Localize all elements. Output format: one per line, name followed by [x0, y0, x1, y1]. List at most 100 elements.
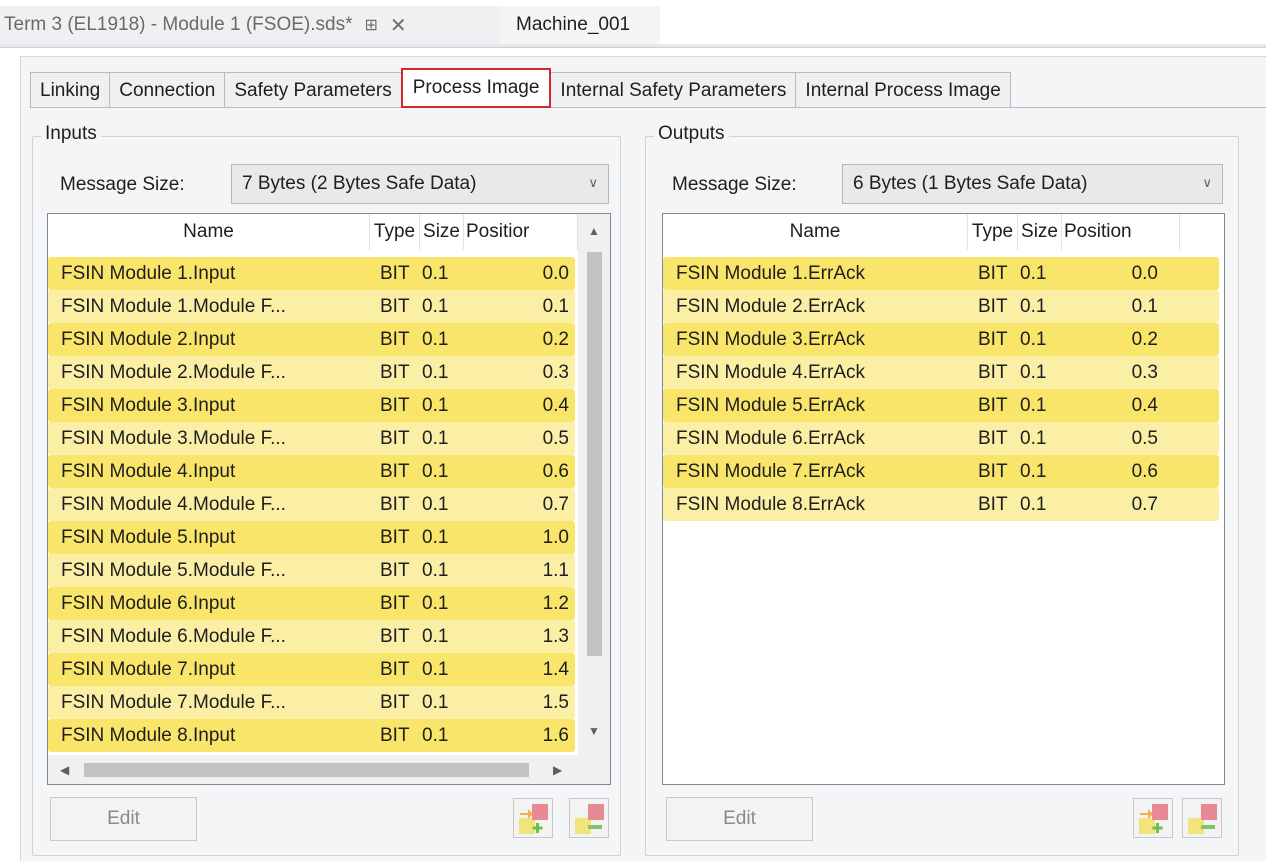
- scroll-up-icon[interactable]: ▲: [588, 224, 600, 238]
- scroll-right-icon[interactable]: ▶: [553, 763, 562, 777]
- inputs-horizontal-scroll-thumb[interactable]: [84, 763, 529, 777]
- tab-internal-safety-parameters[interactable]: Internal Safety Parameters: [550, 72, 797, 108]
- inputs-message-size-value: 7 Bytes (2 Bytes Safe Data): [242, 173, 477, 194]
- table-row[interactable]: FSIN Module 7.Input BIT 0.1 1.4: [48, 653, 575, 686]
- cell-position: 0.3: [1131, 361, 1158, 383]
- table-row[interactable]: FSIN Module 8.ErrAck BIT 0.1 0.7: [663, 488, 1219, 521]
- scroll-left-icon[interactable]: ◀: [60, 763, 69, 777]
- cell-name: FSIN Module 5.ErrAck: [676, 394, 865, 416]
- column-header-name[interactable]: Name: [663, 214, 968, 250]
- cell-size: 0.1: [422, 559, 449, 581]
- tab-process-image[interactable]: Process Image: [400, 68, 552, 108]
- table-row[interactable]: FSIN Module 7.ErrAck BIT 0.1 0.6: [663, 455, 1219, 488]
- cell-name: FSIN Module 3.Module F...: [61, 427, 286, 449]
- cell-position: 1.2: [542, 592, 569, 614]
- cell-position: 0.5: [542, 427, 569, 449]
- cell-position: 1.5: [542, 691, 569, 713]
- inputs-vertical-scroll-thumb[interactable]: [587, 252, 602, 656]
- cell-size: 0.1: [1020, 361, 1047, 383]
- document-tab-underline: [0, 44, 1266, 48]
- outputs-message-size-label: Message Size:: [672, 174, 797, 195]
- tab-safety-parameters[interactable]: Safety Parameters: [224, 72, 402, 108]
- cell-name: FSIN Module 5.Module F...: [61, 559, 286, 581]
- remove-variable-button[interactable]: [569, 798, 609, 838]
- inputs-vertical-scrollbar[interactable]: ▲ ▼: [578, 214, 610, 756]
- add-variable-button[interactable]: [1133, 798, 1173, 838]
- column-header-type[interactable]: Type: [370, 214, 420, 250]
- cell-type: BIT: [978, 493, 1008, 515]
- cell-size: 0.1: [422, 526, 449, 548]
- cell-position: 1.1: [542, 559, 569, 581]
- cell-size: 0.1: [422, 691, 449, 713]
- document-tab-machine[interactable]: Machine_001: [500, 6, 660, 44]
- pin-icon[interactable]: ⊞: [364, 15, 377, 35]
- table-row[interactable]: FSIN Module 1.Module F... BIT 0.1 0.1: [48, 290, 575, 323]
- remove-variable-icon: [575, 804, 604, 834]
- inputs-message-size-select[interactable]: 7 Bytes (2 Bytes Safe Data) ∨: [231, 164, 609, 204]
- cell-type: BIT: [380, 493, 410, 515]
- cell-type: BIT: [380, 559, 410, 581]
- table-row[interactable]: FSIN Module 4.Module F... BIT 0.1 0.7: [48, 488, 575, 521]
- table-row[interactable]: FSIN Module 6.Input BIT 0.1 1.2: [48, 587, 575, 620]
- cell-type: BIT: [978, 328, 1008, 350]
- tab-internal-process-image[interactable]: Internal Process Image: [795, 72, 1011, 108]
- table-row[interactable]: FSIN Module 6.ErrAck BIT 0.1 0.5: [663, 422, 1219, 455]
- table-row[interactable]: FSIN Module 3.ErrAck BIT 0.1 0.2: [663, 323, 1219, 356]
- cell-name: FSIN Module 8.ErrAck: [676, 493, 865, 515]
- cell-size: 0.1: [422, 427, 449, 449]
- scroll-down-icon[interactable]: ▼: [588, 724, 600, 738]
- tab-divider: [30, 107, 1266, 108]
- scroll-corner: [579, 755, 610, 784]
- add-variable-button[interactable]: [513, 798, 553, 838]
- cell-type: BIT: [978, 427, 1008, 449]
- table-row[interactable]: FSIN Module 2.ErrAck BIT 0.1 0.1: [663, 290, 1219, 323]
- inputs-group-title: Inputs: [41, 123, 101, 145]
- cell-type: BIT: [978, 295, 1008, 317]
- column-header-name[interactable]: Name: [48, 214, 370, 250]
- cell-position: 1.0: [542, 526, 569, 548]
- inputs-horizontal-scrollbar[interactable]: ◀ ▶: [48, 755, 579, 784]
- table-row[interactable]: FSIN Module 2.Module F... BIT 0.1 0.3: [48, 356, 575, 389]
- column-header-size[interactable]: Size: [1018, 214, 1062, 250]
- table-row[interactable]: FSIN Module 7.Module F... BIT 0.1 1.5: [48, 686, 575, 719]
- table-row[interactable]: FSIN Module 1.Input BIT 0.1 0.0: [48, 257, 575, 290]
- cell-type: BIT: [380, 691, 410, 713]
- outputs-list[interactable]: Name Type Size Position FSIN Module 1.Er…: [662, 213, 1225, 785]
- cell-name: FSIN Module 2.Input: [61, 328, 236, 350]
- document-tab-strip: Term 3 (EL1918) - Module 1 (FSOE).sds* ⊞…: [0, 0, 1266, 44]
- cell-size: 0.1: [422, 328, 449, 350]
- table-row[interactable]: FSIN Module 6.Module F... BIT 0.1 1.3: [48, 620, 575, 653]
- inputs-message-size-label: Message Size:: [60, 174, 185, 195]
- remove-variable-button[interactable]: [1182, 798, 1222, 838]
- table-row[interactable]: FSIN Module 3.Input BIT 0.1 0.4: [48, 389, 575, 422]
- table-row[interactable]: FSIN Module 4.Input BIT 0.1 0.6: [48, 455, 575, 488]
- cell-size: 0.1: [422, 658, 449, 680]
- column-header-size[interactable]: Size: [420, 214, 464, 250]
- tab-connection[interactable]: Connection: [109, 72, 226, 108]
- table-row[interactable]: FSIN Module 4.ErrAck BIT 0.1 0.3: [663, 356, 1219, 389]
- table-row[interactable]: FSIN Module 5.Input BIT 0.1 1.0: [48, 521, 575, 554]
- column-header-position[interactable]: Positior: [464, 214, 578, 250]
- inputs-list[interactable]: Name Type Size Positior FSIN Module 1.In…: [47, 213, 611, 785]
- column-header-type[interactable]: Type: [968, 214, 1018, 250]
- close-icon[interactable]: ✕: [390, 13, 407, 38]
- cell-name: FSIN Module 8.Input: [61, 724, 236, 746]
- table-row[interactable]: FSIN Module 3.Module F... BIT 0.1 0.5: [48, 422, 575, 455]
- inputs-edit-button[interactable]: Edit: [50, 797, 197, 841]
- cell-name: FSIN Module 2.Module F...: [61, 361, 286, 383]
- column-header-position[interactable]: Position: [1062, 214, 1180, 250]
- document-tab-active[interactable]: Term 3 (EL1918) - Module 1 (FSOE).sds* ⊞…: [0, 6, 500, 44]
- table-row[interactable]: FSIN Module 5.ErrAck BIT 0.1 0.4: [663, 389, 1219, 422]
- outputs-edit-button[interactable]: Edit: [666, 797, 813, 841]
- cell-position: 0.6: [1131, 460, 1158, 482]
- table-row[interactable]: FSIN Module 1.ErrAck BIT 0.1 0.0: [663, 257, 1219, 290]
- cell-size: 0.1: [422, 295, 449, 317]
- table-row[interactable]: FSIN Module 2.Input BIT 0.1 0.2: [48, 323, 575, 356]
- outputs-message-size-select[interactable]: 6 Bytes (1 Bytes Safe Data) ∨: [842, 164, 1223, 204]
- cell-size: 0.1: [422, 394, 449, 416]
- table-row[interactable]: FSIN Module 5.Module F... BIT 0.1 1.1: [48, 554, 575, 587]
- cell-type: BIT: [978, 394, 1008, 416]
- tab-linking[interactable]: Linking: [30, 72, 111, 108]
- cell-name: FSIN Module 4.Input: [61, 460, 236, 482]
- table-row[interactable]: FSIN Module 8.Input BIT 0.1 1.6: [48, 719, 575, 752]
